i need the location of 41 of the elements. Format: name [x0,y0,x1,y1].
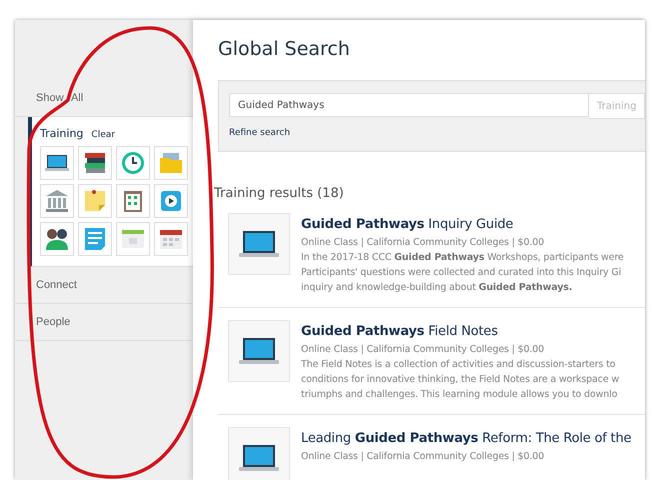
laptop-icon [239,444,279,472]
page-title: Global Search [218,38,350,60]
laptop-icon [239,230,279,258]
search-field[interactable]: Guided Pathways [229,93,589,117]
result-title[interactable]: Guided Pathways Inquiry Guide [301,217,514,232]
laptop-icon [239,337,279,365]
category-tile[interactable] [40,146,74,180]
category-tile[interactable] [116,146,150,180]
category-tile[interactable] [154,222,188,256]
category-tile[interactable] [40,222,74,256]
result-meta: Online Class | California Community Colleges | $0.00 [301,343,544,357]
category-tile[interactable] [40,184,74,218]
result-description: The Field Notes is a collection of activities and discussion-starters to [301,358,616,372]
document-icon [82,226,108,252]
result-meta: Online Class | California Community Colleges | $0.00 [301,236,544,250]
result-meta: Online Class | California Community Colleges | $0.00 [301,450,544,464]
sticky-note-icon [82,188,108,214]
category-tile[interactable] [78,184,112,218]
result-description: inquiry and knowledge-building about Guided Pathways. [301,281,572,295]
result-title[interactable]: Guided Pathways Field Notes [301,324,498,339]
category-tile[interactable] [154,184,188,218]
category-tile[interactable] [116,184,150,218]
play-icon [158,188,184,214]
result-title[interactable]: Leading Guided Pathways Reform: The Role of the [301,431,632,446]
category-tile[interactable] [78,222,112,256]
category-tile[interactable] [154,146,188,180]
refine-search-link[interactable]: Refine search [229,128,290,138]
folder-icon [158,150,184,176]
books-icon [82,150,108,176]
category-label[interactable]: Training [40,127,84,140]
results-heading: Training results (18) [214,186,344,201]
result-description: Participants' questions were collected and curated into this Inquiry Gi [301,266,622,280]
result-description: In the 2017-18 CCC Guided Pathways Workshops, participants were [301,251,624,265]
result-description: triumphs and challenges. This learning module allows you to downlo [301,388,618,402]
clear-link[interactable]: Clear [91,130,115,140]
category-tile[interactable] [116,222,150,256]
people-icon [44,226,70,252]
result-description: conditions for innovative thinking, the Field Notes are a workspace w [301,373,619,387]
building-icon [44,188,70,214]
clock-icon [120,150,146,176]
category-tile[interactable] [78,146,112,180]
